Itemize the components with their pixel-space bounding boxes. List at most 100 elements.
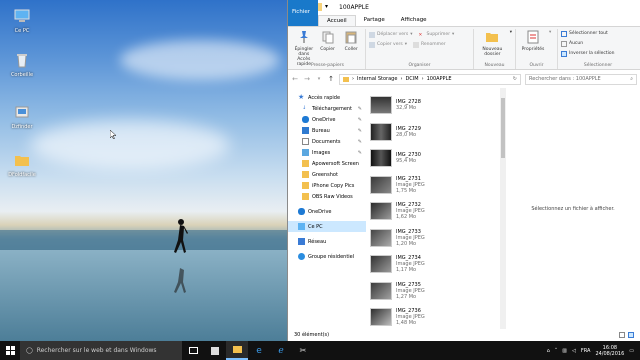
explorer-body: ★ Accès rapide ↓ Téléchargement ✎ OneDrive…: [288, 88, 640, 329]
file-item[interactable]: IMG_2728 32,9 Mo: [366, 92, 506, 119]
nav-this-pc[interactable]: Ce PC: [288, 221, 366, 232]
tab-share[interactable]: Partage: [356, 15, 393, 26]
file-item[interactable]: IMG_2729 28,0 Mo: [366, 119, 506, 146]
search-input[interactable]: Rechercher dans : 100APPLE ⌕: [525, 73, 637, 85]
ribbon-group-organize: Déplacer vers ▾ ✕ Supprimer ▾ Copier vers…: [366, 29, 474, 69]
volume-icon[interactable]: ◁: [572, 348, 576, 354]
pin-icon[interactable]: ✎: [358, 106, 362, 112]
nav-item-greenshot[interactable]: Greenshot: [288, 169, 366, 180]
desktop-icon-shortcut[interactable]: Dzfinder: [6, 104, 38, 130]
nav-item-pictures[interactable]: Images ✎: [288, 147, 366, 158]
file-item[interactable]: IMG_2732 Image JPEG 1,62 Mo: [366, 198, 506, 225]
file-name: IMG_2731: [396, 175, 421, 182]
pin-icon[interactable]: ✎: [358, 128, 362, 134]
file-size: 1,17 Mo: [396, 267, 417, 274]
nav-homegroup[interactable]: Groupe résidentiel: [288, 251, 366, 262]
task-view-button[interactable]: [182, 341, 204, 360]
taskbar-app-explorer[interactable]: [226, 341, 248, 360]
nav-onedrive[interactable]: OneDrive: [288, 206, 366, 217]
people-icon[interactable]: ⌂: [547, 348, 550, 354]
file-item[interactable]: IMG_2731 Image JPEG 1,75 Mo: [366, 172, 506, 199]
pin-icon[interactable]: ✎: [358, 150, 362, 156]
address-bar[interactable]: › Internal Storage › DCIM › 100APPLE ↻: [339, 73, 521, 85]
forward-arrow-icon[interactable]: →: [303, 75, 311, 83]
nav-item-downloads[interactable]: ↓ Téléchargement ✎: [288, 103, 366, 114]
nav-network[interactable]: Réseau: [288, 236, 366, 247]
file-item[interactable]: IMG_2735 Image JPEG 1,27 Mo: [366, 278, 506, 305]
invert-selection-button[interactable]: Inverser la sélection: [561, 50, 635, 58]
select-all-button[interactable]: Sélectionner tout: [561, 30, 635, 38]
store-icon: [211, 346, 219, 355]
up-arrow-icon[interactable]: ↑: [327, 75, 335, 83]
refresh-icon[interactable]: ↻: [513, 76, 520, 82]
breadcrumb-100apple[interactable]: 100APPLE: [427, 76, 452, 82]
nav-item-obs[interactable]: OBS Raw Videos: [288, 191, 366, 202]
tab-view[interactable]: Affichage: [393, 15, 435, 26]
language-indicator[interactable]: FRA: [581, 348, 591, 354]
button-label: Supprimer: [426, 32, 451, 37]
pin-icon[interactable]: ✎: [358, 139, 362, 145]
back-arrow-icon[interactable]: ←: [291, 75, 299, 83]
nav-label: Réseau: [308, 238, 327, 245]
nav-item-apowersoft[interactable]: Apowersoft Screen: [288, 158, 366, 169]
desktop-icon-folder[interactable]: DFoldfacile: [6, 152, 38, 178]
copy-to-button[interactable]: Copier vers ▾: [369, 41, 407, 49]
chevron-down-icon[interactable]: ▾: [325, 3, 333, 11]
file-item[interactable]: IMG_2736 Image JPEG 1,48 Mo: [366, 304, 506, 331]
file-item[interactable]: IMG_2734 Image JPEG 1,17 Mo: [366, 251, 506, 278]
button-label: Aucun: [569, 41, 584, 46]
button-label: Copier: [320, 47, 335, 52]
desktop-icon-recycle-bin[interactable]: Corbeille: [6, 52, 38, 78]
tab-file[interactable]: Fichier: [288, 0, 318, 26]
file-item[interactable]: IMG_2733 Image JPEG 1,20 Mo: [366, 225, 506, 252]
recent-chevron-icon[interactable]: ▾: [315, 76, 323, 82]
move-to-button[interactable]: Déplacer vers ▾: [369, 31, 413, 39]
file-name: IMG_2733: [396, 228, 421, 235]
nav-item-iphone-copy[interactable]: iPhone Copy Pics: [288, 180, 366, 191]
breadcrumb-internal-storage[interactable]: Internal Storage: [357, 76, 397, 82]
scrollbar-thumb[interactable]: [501, 98, 505, 158]
desktop-icon-this-pc[interactable]: Ce PC: [6, 8, 38, 34]
taskbar-app-settings[interactable]: ✂: [292, 341, 314, 360]
nav-item-documents[interactable]: Documents ✎: [288, 136, 366, 147]
breadcrumb-separator: ›: [352, 76, 354, 82]
file-item[interactable]: IMG_2730 95,4 Mo: [366, 145, 506, 172]
delete-button[interactable]: ✕ Supprimer ▾: [419, 31, 455, 39]
nav-item-onedrive-pinned[interactable]: OneDrive ✎: [288, 114, 366, 125]
nav-label: OneDrive: [308, 208, 332, 215]
pictures-icon: [302, 149, 309, 156]
notifications-icon[interactable]: ▭: [629, 348, 634, 354]
nav-item-desktop[interactable]: Bureau ✎: [288, 125, 366, 136]
video-thumbnail: [370, 122, 392, 141]
pin-icon[interactable]: ✎: [358, 117, 362, 123]
vertical-scrollbar[interactable]: [500, 88, 506, 329]
status-bar: 30 élément(s): [288, 329, 640, 341]
sea: [0, 230, 290, 250]
nav-label: Ce PC: [308, 223, 323, 230]
search-placeholder: Rechercher dans : 100APPLE: [529, 76, 601, 82]
select-none-button[interactable]: Aucun: [561, 40, 635, 48]
address-row: ← → ▾ ↑ › Internal Storage › DCIM › 100A…: [288, 72, 640, 86]
microphone-icon: ◯: [26, 347, 33, 354]
taskbar-search-input[interactable]: ◯ Rechercher sur le web et dans Windows: [20, 341, 182, 360]
start-button[interactable]: [0, 341, 20, 360]
nav-label: Téléchargement: [312, 105, 353, 112]
show-hidden-icons-icon[interactable]: ˄: [555, 348, 558, 354]
new-folder-icon: [486, 33, 499, 42]
taskbar-app-ie[interactable]: ℯ: [270, 341, 292, 360]
delete-icon: ✕: [418, 33, 423, 38]
button-label: Inverser la sélection: [569, 51, 615, 56]
desktop-icon-label: Dzfinder: [11, 124, 33, 130]
nav-quick-access[interactable]: ★ Accès rapide: [288, 92, 366, 103]
breadcrumb-dcim[interactable]: DCIM: [405, 76, 418, 82]
network-icon[interactable]: ▥: [562, 348, 567, 354]
details-view-icon[interactable]: [619, 332, 625, 338]
rename-button[interactable]: Renommer: [412, 41, 446, 49]
app-icon: ✂: [299, 346, 307, 355]
large-icons-view-icon[interactable]: [628, 332, 634, 338]
ribbon-group-clipboard: Épingler dans Accès rapide Copier Coller…: [290, 29, 366, 69]
clock[interactable]: 16:08 24/08/2016: [595, 345, 624, 357]
taskbar-app-edge[interactable]: e: [248, 341, 270, 360]
tab-home[interactable]: Accueil: [317, 15, 356, 26]
taskbar-app-store[interactable]: [204, 341, 226, 360]
